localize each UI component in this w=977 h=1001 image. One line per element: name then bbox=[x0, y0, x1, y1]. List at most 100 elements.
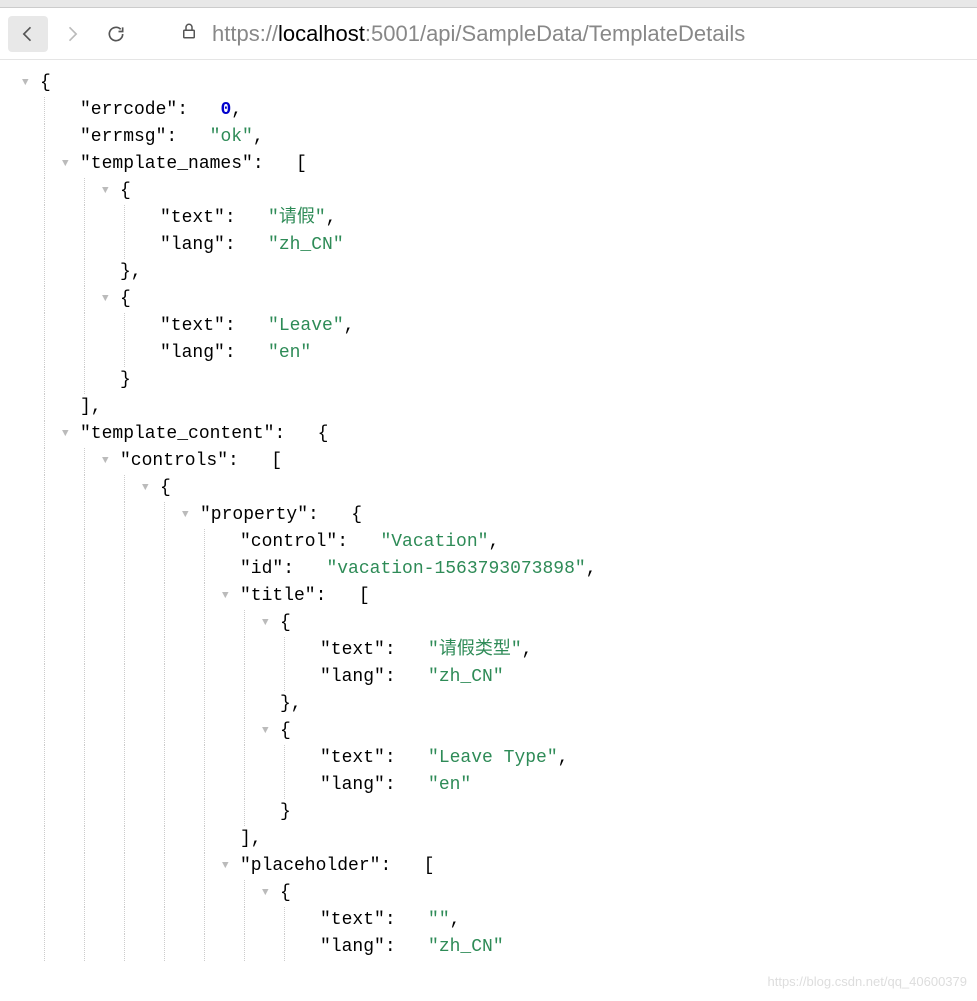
forward-button[interactable] bbox=[52, 16, 92, 52]
collapse-toggle-icon[interactable]: ▼ bbox=[102, 286, 109, 313]
collapse-toggle-icon[interactable]: ▼ bbox=[102, 448, 109, 475]
json-token: "control" bbox=[240, 532, 337, 552]
tab-strip bbox=[0, 0, 977, 8]
json-line: } bbox=[0, 367, 977, 394]
json-token: { bbox=[280, 883, 291, 903]
json-token: { bbox=[120, 289, 131, 309]
json-line: ▼ "title": [ bbox=[0, 583, 977, 610]
json-token: "placeholder" bbox=[240, 856, 380, 876]
json-token: "title" bbox=[240, 586, 316, 606]
json-token: }, bbox=[280, 694, 302, 714]
json-token: } bbox=[280, 802, 291, 822]
reload-button[interactable] bbox=[96, 16, 136, 52]
json-token: : [ bbox=[228, 451, 282, 471]
json-token: : bbox=[385, 748, 428, 768]
json-token: "errcode" bbox=[80, 100, 177, 120]
json-token: "lang" bbox=[320, 937, 385, 957]
json-token: ], bbox=[240, 829, 262, 849]
json-token: : { bbox=[274, 424, 328, 444]
collapse-toggle-icon[interactable]: ▼ bbox=[262, 718, 269, 745]
json-token: , bbox=[450, 910, 461, 930]
json-token: "id" bbox=[240, 559, 283, 579]
json-token: : bbox=[225, 343, 268, 363]
json-line: } bbox=[0, 799, 977, 826]
json-line: "lang": "en" bbox=[0, 340, 977, 367]
json-token: : [ bbox=[253, 154, 307, 174]
collapse-toggle-icon[interactable]: ▼ bbox=[262, 880, 269, 907]
json-token: : { bbox=[308, 505, 362, 525]
json-line: "lang": "zh_CN" bbox=[0, 664, 977, 691]
collapse-toggle-icon[interactable]: ▼ bbox=[102, 178, 109, 205]
url-text: https://localhost:5001/api/SampleData/Te… bbox=[212, 21, 745, 47]
json-token: : bbox=[385, 667, 428, 687]
json-line: "text": "Leave", bbox=[0, 313, 977, 340]
json-token: "template_names" bbox=[80, 154, 253, 174]
json-line: }, bbox=[0, 691, 977, 718]
json-line: ▼ "template_names": [ bbox=[0, 151, 977, 178]
json-token: "请假类型" bbox=[428, 640, 522, 660]
json-line: ], bbox=[0, 394, 977, 421]
json-line: "lang": "zh_CN" bbox=[0, 232, 977, 259]
json-token: "ok" bbox=[210, 127, 253, 147]
json-line: "lang": "en" bbox=[0, 772, 977, 799]
json-token: , bbox=[488, 532, 499, 552]
json-token: : bbox=[225, 208, 268, 228]
json-token: }, bbox=[120, 262, 142, 282]
collapse-toggle-icon[interactable]: ▼ bbox=[222, 853, 229, 880]
json-line: ▼ "template_content": { bbox=[0, 421, 977, 448]
collapse-toggle-icon[interactable]: ▼ bbox=[62, 421, 69, 448]
json-token: "lang" bbox=[320, 667, 385, 687]
json-token: 0 bbox=[220, 100, 231, 120]
json-token: { bbox=[40, 73, 51, 93]
json-token: "zh_CN" bbox=[268, 235, 344, 255]
json-token: { bbox=[160, 478, 171, 498]
collapse-toggle-icon[interactable]: ▼ bbox=[182, 502, 189, 529]
json-token: "Vacation" bbox=[380, 532, 488, 552]
json-line: "lang": "zh_CN" bbox=[0, 934, 977, 961]
json-token: : [ bbox=[380, 856, 434, 876]
collapse-toggle-icon[interactable]: ▼ bbox=[142, 475, 149, 502]
collapse-toggle-icon[interactable]: ▼ bbox=[222, 583, 229, 610]
json-token: , bbox=[231, 100, 242, 120]
json-line: ▼{ bbox=[0, 178, 977, 205]
json-token: "Leave Type" bbox=[428, 748, 558, 768]
json-line: "control": "Vacation", bbox=[0, 529, 977, 556]
json-line: "text": "Leave Type", bbox=[0, 745, 977, 772]
collapse-toggle-icon[interactable]: ▼ bbox=[262, 610, 269, 637]
json-token: "template_content" bbox=[80, 424, 274, 444]
json-token: : [ bbox=[316, 586, 370, 606]
json-token: : bbox=[385, 937, 428, 957]
json-token: "请假" bbox=[268, 208, 326, 228]
json-line: ], bbox=[0, 826, 977, 853]
json-token: "text" bbox=[320, 910, 385, 930]
json-token: "text" bbox=[160, 208, 225, 228]
json-line: }, bbox=[0, 259, 977, 286]
watermark: https://blog.csdn.net/qq_40600379 bbox=[768, 968, 968, 995]
json-token: ], bbox=[80, 397, 102, 417]
json-token: "en" bbox=[268, 343, 311, 363]
json-line: ▼ "placeholder": [ bbox=[0, 853, 977, 880]
json-token: "en" bbox=[428, 775, 471, 795]
json-token: { bbox=[280, 721, 291, 741]
collapse-toggle-icon[interactable]: ▼ bbox=[22, 70, 29, 97]
json-token: "text" bbox=[160, 316, 225, 336]
json-token: "controls" bbox=[120, 451, 228, 471]
json-token: "errmsg" bbox=[80, 127, 166, 147]
lock-icon bbox=[180, 22, 198, 45]
json-token: "property" bbox=[200, 505, 308, 525]
json-token: : bbox=[337, 532, 380, 552]
json-token: : bbox=[385, 910, 428, 930]
json-token: , bbox=[522, 640, 533, 660]
json-token: { bbox=[280, 613, 291, 633]
collapse-toggle-icon[interactable]: ▼ bbox=[62, 151, 69, 178]
json-line: "text": "", bbox=[0, 907, 977, 934]
address-bar[interactable]: https://localhost:5001/api/SampleData/Te… bbox=[180, 21, 969, 47]
json-token: , bbox=[326, 208, 337, 228]
json-line: ▼ "controls": [ bbox=[0, 448, 977, 475]
browser-toolbar: https://localhost:5001/api/SampleData/Te… bbox=[0, 8, 977, 60]
back-button[interactable] bbox=[8, 16, 48, 52]
json-token: , bbox=[344, 316, 355, 336]
json-line: ▼{ bbox=[0, 880, 977, 907]
json-token: } bbox=[120, 370, 131, 390]
json-line: "id": "vacation-1563793073898", bbox=[0, 556, 977, 583]
